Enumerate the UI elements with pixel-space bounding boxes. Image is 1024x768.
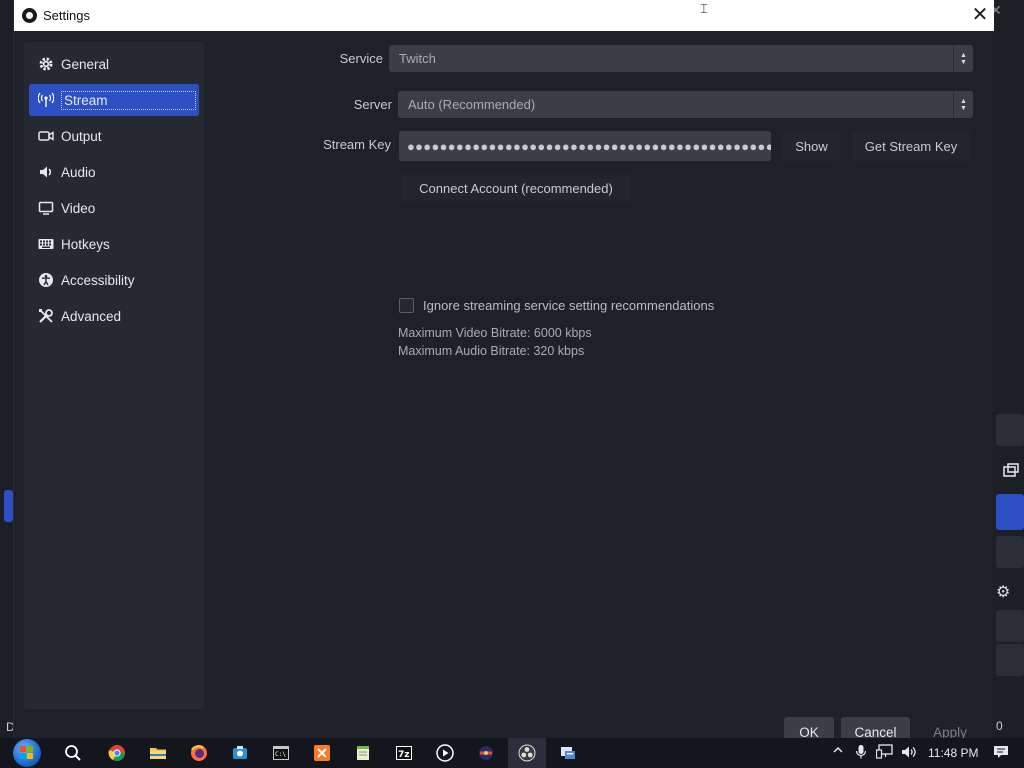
app-icon[interactable] [475, 742, 497, 764]
sidebar-item-label: Stream [61, 90, 196, 110]
server-select[interactable]: Auto (Recommended) ▲ ▼ [398, 91, 973, 118]
speaker-icon [37, 163, 55, 181]
accessibility-icon [37, 271, 55, 289]
sidebar-item-label: Output [61, 128, 102, 144]
background-active-item [4, 490, 13, 522]
microphone-icon[interactable] [855, 744, 867, 763]
monitor-icon [37, 199, 55, 217]
show-hidden-icons-icon[interactable] [832, 744, 844, 759]
sidebar-item-hotkeys[interactable]: Hotkeys [29, 228, 199, 260]
notification-icon[interactable] [993, 744, 1009, 763]
start-button[interactable] [10, 738, 44, 768]
sidebar-item-advanced[interactable]: Advanced [29, 300, 199, 332]
network-icon[interactable] [875, 744, 894, 763]
max-video-bitrate: Maximum Video Bitrate: 6000 kbps [398, 326, 592, 340]
ignore-recommendations-checkbox[interactable] [399, 298, 414, 313]
background-text: D [6, 720, 15, 734]
show-key-button[interactable]: Show [783, 131, 840, 161]
sidebar-item-label: Hotkeys [61, 236, 110, 252]
background-gear-icon[interactable]: ⚙ [996, 582, 1014, 601]
7zip-icon[interactable]: 7z [393, 742, 415, 764]
svg-text:C:\: C:\ [275, 751, 286, 758]
title-bar: Settings ⌶ ✕ [14, 0, 994, 31]
windows-logo-icon [13, 739, 41, 767]
obs-icon[interactable] [516, 742, 538, 764]
chrome-icon[interactable] [106, 742, 128, 764]
volume-icon[interactable] [901, 744, 919, 763]
background-button[interactable] [996, 536, 1024, 568]
service-select[interactable]: Twitch ▲ ▼ [389, 45, 973, 72]
max-audio-bitrate: Maximum Audio Bitrate: 320 kbps [398, 344, 585, 358]
sidebar-item-label: Video [61, 200, 96, 216]
sidebar-item-label: Accessibility [61, 272, 135, 288]
taskbar: C:\ 7z 11:48 PM [0, 738, 1024, 768]
background-button[interactable] [996, 644, 1024, 676]
firefox-icon[interactable] [188, 742, 210, 764]
svg-text:7z: 7z [398, 750, 410, 760]
background-button[interactable] [996, 610, 1024, 642]
output-icon [37, 127, 55, 145]
sidebar-item-general[interactable]: General [29, 48, 199, 80]
combo-arrows-icon: ▲ ▼ [953, 91, 973, 118]
window-title: Settings [43, 8, 90, 23]
sidebar-item-video[interactable]: Video [29, 192, 199, 224]
ignore-recommendations-row[interactable]: Ignore streaming service setting recomme… [399, 298, 714, 313]
terminal-icon[interactable]: C:\ [270, 742, 292, 764]
sidebar-item-output[interactable]: Output [29, 120, 199, 152]
search-icon[interactable] [62, 742, 84, 764]
get-stream-key-button[interactable]: Get Stream Key [852, 131, 970, 161]
stream-key-label: Stream Key [323, 137, 391, 152]
media-player-icon[interactable] [434, 742, 456, 764]
settings-dialog: Settings ⌶ ✕ General Stream Output Audio… [13, 0, 994, 747]
keyboard-icon [37, 235, 55, 253]
notepad-icon[interactable] [352, 742, 374, 764]
sidebar-item-audio[interactable]: Audio [29, 156, 199, 188]
service-value: Twitch [399, 51, 436, 66]
app-icon[interactable] [557, 742, 579, 764]
combo-arrows-icon: ▲ ▼ [953, 45, 973, 72]
sidebar-item-stream[interactable]: Stream [29, 84, 199, 116]
obs-logo-icon [22, 8, 37, 23]
server-label: Server [353, 97, 392, 112]
background-button[interactable] [996, 414, 1024, 446]
server-value: Auto (Recommended) [408, 97, 536, 112]
sidebar-item-label: Advanced [61, 308, 122, 324]
taskbar-clock[interactable]: 11:48 PM [928, 746, 978, 760]
sidebar-item-accessibility[interactable]: Accessibility [29, 264, 199, 296]
background-active-button[interactable] [996, 494, 1024, 530]
connect-account-button[interactable]: Connect Account (recommended) [401, 173, 631, 203]
ignore-recommendations-label: Ignore streaming service setting recomme… [423, 298, 715, 313]
background-text: 0 [996, 719, 1003, 733]
tools-icon [37, 307, 55, 325]
settings-sidebar: General Stream Output Audio Video Hotkey… [24, 42, 204, 709]
xampp-icon[interactable] [311, 742, 333, 764]
sidebar-item-label: General [61, 56, 110, 72]
app-icon[interactable] [229, 742, 251, 764]
sidebar-item-label: Audio [61, 164, 96, 180]
close-icon[interactable]: ✕ [970, 5, 990, 25]
antenna-icon [37, 91, 55, 109]
text-cursor-icon: ⌶ [700, 1, 708, 16]
file-explorer-icon[interactable] [147, 742, 169, 764]
gear-icon [37, 55, 55, 73]
stream-key-input[interactable]: ●●●●●●●●●●●●●●●●●●●●●●●●●●●●●●●●●●●●●●●●… [399, 131, 771, 161]
window-restore-icon[interactable] [1002, 462, 1020, 480]
service-label: Service [339, 51, 383, 66]
